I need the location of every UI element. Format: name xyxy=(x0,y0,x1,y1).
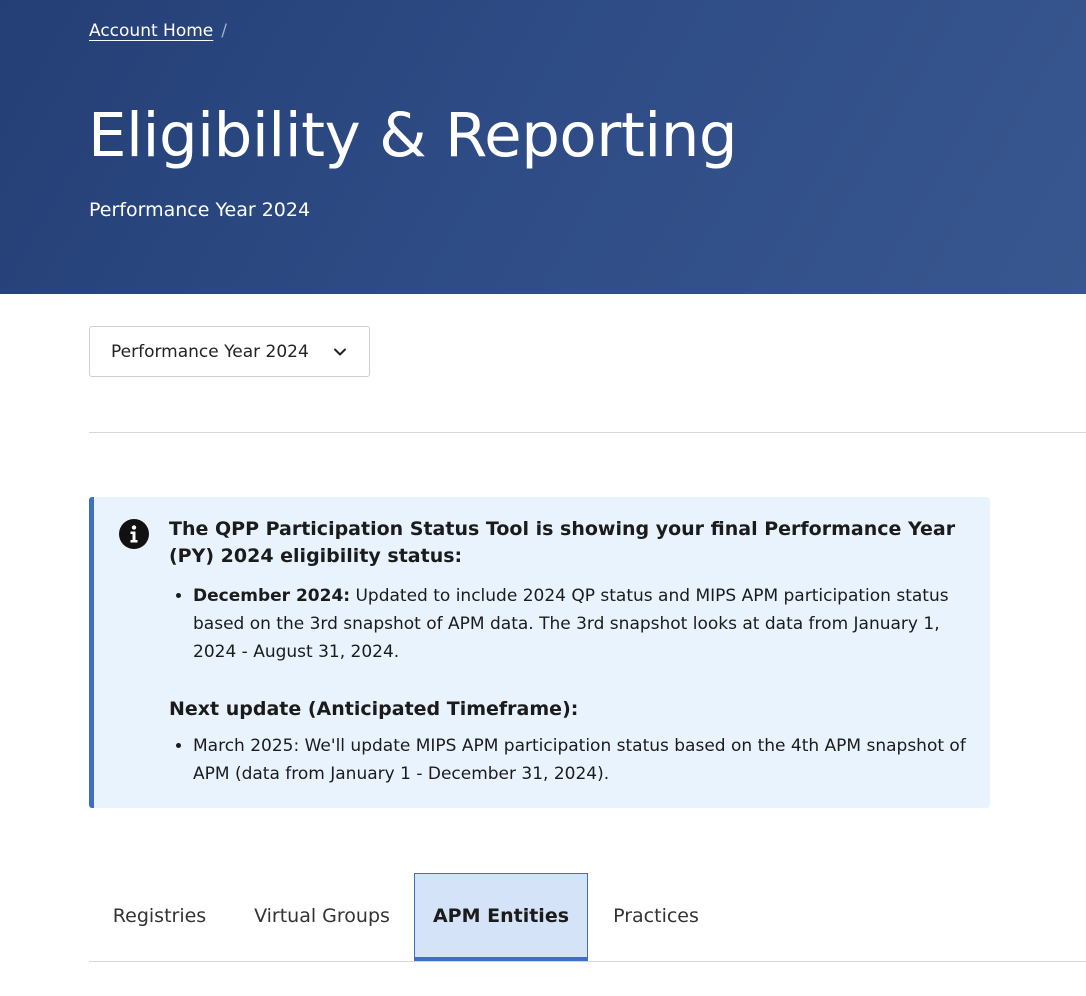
info-icon xyxy=(119,519,149,549)
list-item: December 2024: Updated to include 2024 Q… xyxy=(193,582,969,666)
performance-year-select-value: Performance Year 2024 xyxy=(111,341,309,362)
page-header: Account Home / Eligibility & Reporting P… xyxy=(0,0,1086,294)
alert-update-list: December 2024: Updated to include 2024 Q… xyxy=(169,582,969,666)
tab-practices[interactable]: Practices xyxy=(588,873,724,959)
entity-tabs: Registries Virtual Groups APM Entities P… xyxy=(89,873,1086,962)
breadcrumb-account-home-link[interactable]: Account Home xyxy=(89,21,213,41)
page-title: Eligibility & Reporting xyxy=(88,100,738,171)
section-divider xyxy=(89,432,1086,433)
page-subtitle: Performance Year 2024 xyxy=(89,199,311,221)
breadcrumb-separator: / xyxy=(221,21,227,41)
info-alert: The QPP Participation Status Tool is sho… xyxy=(89,497,990,808)
next-update-heading: Next update (Anticipated Timeframe): xyxy=(169,698,579,720)
alert-heading: The QPP Participation Status Tool is sho… xyxy=(169,518,956,567)
performance-year-select[interactable]: Performance Year 2024 xyxy=(89,326,370,377)
tab-virtual-groups[interactable]: Virtual Groups xyxy=(230,873,414,959)
list-item: March 2025: We'll update MIPS APM partic… xyxy=(193,732,969,788)
breadcrumb: Account Home / xyxy=(89,21,227,41)
next-update-list: March 2025: We'll update MIPS APM partic… xyxy=(169,732,969,788)
update-date-label: December 2024: xyxy=(193,586,351,606)
chevron-down-icon xyxy=(334,348,346,356)
alert-body: The QPP Participation Status Tool is sho… xyxy=(169,516,969,788)
tab-registries[interactable]: Registries xyxy=(89,873,230,959)
tab-apm-entities[interactable]: APM Entities xyxy=(414,873,588,961)
